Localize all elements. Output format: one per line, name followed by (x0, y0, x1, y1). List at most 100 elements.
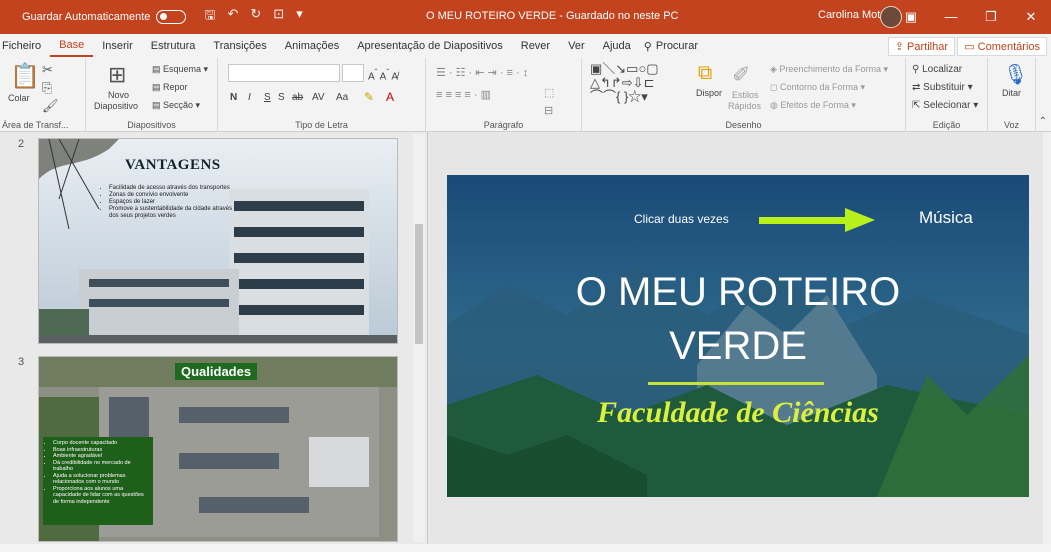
bullet-item: Espaços de lazer (109, 199, 241, 206)
strikethrough-icon[interactable]: ab (292, 92, 303, 103)
clipboard-label: Área de Transf... (2, 120, 69, 130)
tab-inserir[interactable]: Inserir (93, 40, 142, 52)
reset-button[interactable]: ▤ Repor (152, 82, 188, 93)
new-slide-icon[interactable]: ⊞ (108, 62, 126, 88)
shape-outline-button[interactable]: ◻ Contorno da Forma ▾ (770, 82, 865, 93)
font-label: Tipo de Letra (295, 120, 348, 130)
list-bullets-icon[interactable]: ☰ · ☷ · ⇤ ⇥ · ≡ · ↕ (436, 66, 528, 79)
arrange-icon[interactable]: ⧉ (698, 62, 712, 85)
copy-icon[interactable]: ⎘ (42, 80, 52, 96)
music-link[interactable]: Música (919, 208, 973, 228)
change-case-button[interactable]: Aa (336, 92, 348, 103)
cut-icon[interactable]: ✂ (42, 62, 53, 78)
save-icon[interactable]: 🖫 (204, 6, 215, 28)
share-label: Partilhar (907, 41, 948, 53)
share-button[interactable]: ⇪ Partilhar (887, 37, 955, 56)
slide-title-line2: VERDE (669, 324, 807, 368)
double-click-text: Clicar duas vezes (634, 212, 729, 226)
replace-button[interactable]: ⇄ Substituir ▾ (912, 82, 973, 93)
bold-button[interactable]: N (230, 92, 237, 103)
minimize-icon[interactable]: — (931, 0, 971, 34)
autosave-switch[interactable] (156, 10, 187, 24)
quick-styles-label1[interactable]: Estilos (732, 90, 759, 100)
tab-animacoes[interactable]: Animações (276, 40, 348, 52)
underline-button[interactable]: S (264, 92, 271, 103)
section-button[interactable]: ▤ Secção ▾ (152, 100, 200, 111)
slide3-title: Qualidades (175, 363, 258, 380)
bullet-item: Dá credibilidade no mercado de trabalho (53, 460, 149, 473)
shadow-button[interactable]: S (278, 92, 285, 103)
new-slide-line1[interactable]: Novo (108, 90, 129, 100)
tab-transicoes[interactable]: Transições (204, 40, 275, 52)
slide-thumbnail-3[interactable]: Qualidades Corpo docente capacitado Boas… (38, 356, 398, 542)
quick-access-toolbar: 🖫 ↶ ↻ ⊡ ▾ (204, 6, 302, 28)
slide-title-line1: O MEU ROTEIRO (575, 270, 901, 314)
slide2-bullets: Facilidade de acesso através dos transpo… (101, 185, 241, 220)
select-button[interactable]: ⇱ Selecionar ▾ (912, 100, 978, 111)
title-underline (648, 382, 824, 385)
find-button[interactable]: ⚲ Localizar (912, 64, 962, 75)
arrange-label[interactable]: Dispor (696, 88, 722, 98)
quick-styles-label2[interactable]: Rápidos (728, 101, 761, 111)
format-painter-icon[interactable]: 🖌 (42, 98, 59, 114)
paragraph-group: ☰ · ☷ · ⇤ ⇥ · ≡ · ↕ ⬚ ≡ ≡ ≡ ≡ · ▥ ⊟ Pará… (426, 58, 582, 132)
user-name[interactable]: Carolina Mota (818, 9, 886, 21)
ribbon-tabs: Ficheiro Base Inserir Estrutura Transiçõ… (0, 34, 1051, 58)
comments-button[interactable]: ▭ Comentários (957, 37, 1047, 56)
layout-button[interactable]: ▤ Esquema ▾ (152, 64, 208, 75)
ribbon-display-icon[interactable]: ▣ (891, 0, 931, 34)
character-spacing-button[interactable]: AV (312, 92, 325, 103)
font-family-combo[interactable] (228, 64, 340, 82)
slides-group: ⊞ Novo Diapositivo ▤ Esquema ▾ ▤ Repor ▤… (86, 58, 218, 132)
slides-panel-scrollbar[interactable] (413, 134, 425, 542)
dictate-label[interactable]: Ditar (1002, 88, 1021, 98)
microphone-icon[interactable]: 🎙 (1003, 62, 1028, 87)
quick-styles-icon[interactable]: ✐ (732, 62, 750, 88)
font-color-icon[interactable]: A (386, 90, 394, 104)
arrow-right-icon[interactable] (757, 205, 877, 235)
italic-button[interactable]: I (248, 92, 251, 103)
drawing-group: ▣＼↘▭○▢ △↰↱⇨⇩⊏ ⌒⌒{ }☆▾ ⧉ Dispor ✐ Estilos R… (582, 58, 906, 132)
customize-qat-icon[interactable]: ▾ (296, 6, 303, 28)
tab-ficheiro[interactable]: Ficheiro (0, 40, 50, 52)
align-icons[interactable]: ≡ ≡ ≡ ≡ · ▥ (436, 88, 491, 101)
status-bar (0, 544, 1051, 552)
tab-ver[interactable]: Ver (559, 40, 594, 52)
shape-effects-button[interactable]: ◍ Efeitos de Forma ▾ (770, 100, 856, 111)
shapes-gallery[interactable]: ▣＼↘▭○▢ △↰↱⇨⇩⊏ ⌒⌒{ }☆▾ (590, 62, 659, 104)
highlight-icon[interactable]: ✎ (364, 90, 374, 104)
maximize-icon[interactable]: ❐ (971, 0, 1011, 34)
tab-rever[interactable]: Rever (512, 40, 559, 52)
text-direction-icon[interactable]: ⬚ (544, 86, 554, 99)
tab-ajuda[interactable]: Ajuda (594, 40, 640, 52)
editing-label: Edição (932, 120, 961, 130)
undo-icon[interactable]: ↶ (227, 6, 238, 28)
voice-group: 🎙 Ditar Voz (988, 58, 1036, 132)
slide-thumbnail-2[interactable]: Vantagens Facilidade de acesso através d… (38, 138, 398, 344)
tab-base[interactable]: Base (50, 35, 94, 57)
font-size-combo[interactable] (342, 64, 364, 82)
paste-icon[interactable]: 📋 (10, 62, 40, 91)
grow-font-icon[interactable]: Aˆ Aˇ A̸ (368, 67, 398, 82)
bullet-item: Facilidade de acesso através dos transpo… (109, 185, 241, 192)
canvas-scrollbar[interactable] (1043, 132, 1051, 544)
scrollbar-thumb[interactable] (415, 224, 423, 344)
title-bar: Guardar Automaticamente 🖫 ↶ ↻ ⊡ ▾ O MEU … (0, 0, 1051, 34)
paste-label[interactable]: Colar (8, 93, 30, 103)
main-slide[interactable]: Clicar duas vezes Música O MEU ROTEIRO V… (447, 175, 1029, 497)
shape-fill-button[interactable]: ◈ Preenchimento da Forma ▾ (770, 64, 888, 75)
smartart-icon[interactable]: ⊟ (544, 104, 553, 117)
search-icon: ⚲ (643, 40, 652, 53)
tab-apresentacao[interactable]: Apresentação de Diapositivos (348, 40, 512, 52)
autosave-label: Guardar Automaticamente (22, 11, 151, 23)
slides-label: Diapositivos (127, 120, 176, 130)
tab-estrutura[interactable]: Estrutura (142, 40, 205, 52)
new-slide-line2[interactable]: Diapositivo (94, 101, 138, 111)
redo-icon[interactable]: ↻ (250, 6, 261, 28)
close-icon[interactable]: ✕ (1011, 0, 1051, 34)
collapse-ribbon-icon[interactable]: ⌃ (1039, 116, 1047, 127)
slide-number: 3 (18, 356, 25, 368)
search-box[interactable]: ⚲ Procurar (644, 40, 698, 53)
present-icon[interactable]: ⊡ (273, 6, 284, 28)
autosave-toggle[interactable]: Guardar Automaticamente (22, 10, 187, 24)
